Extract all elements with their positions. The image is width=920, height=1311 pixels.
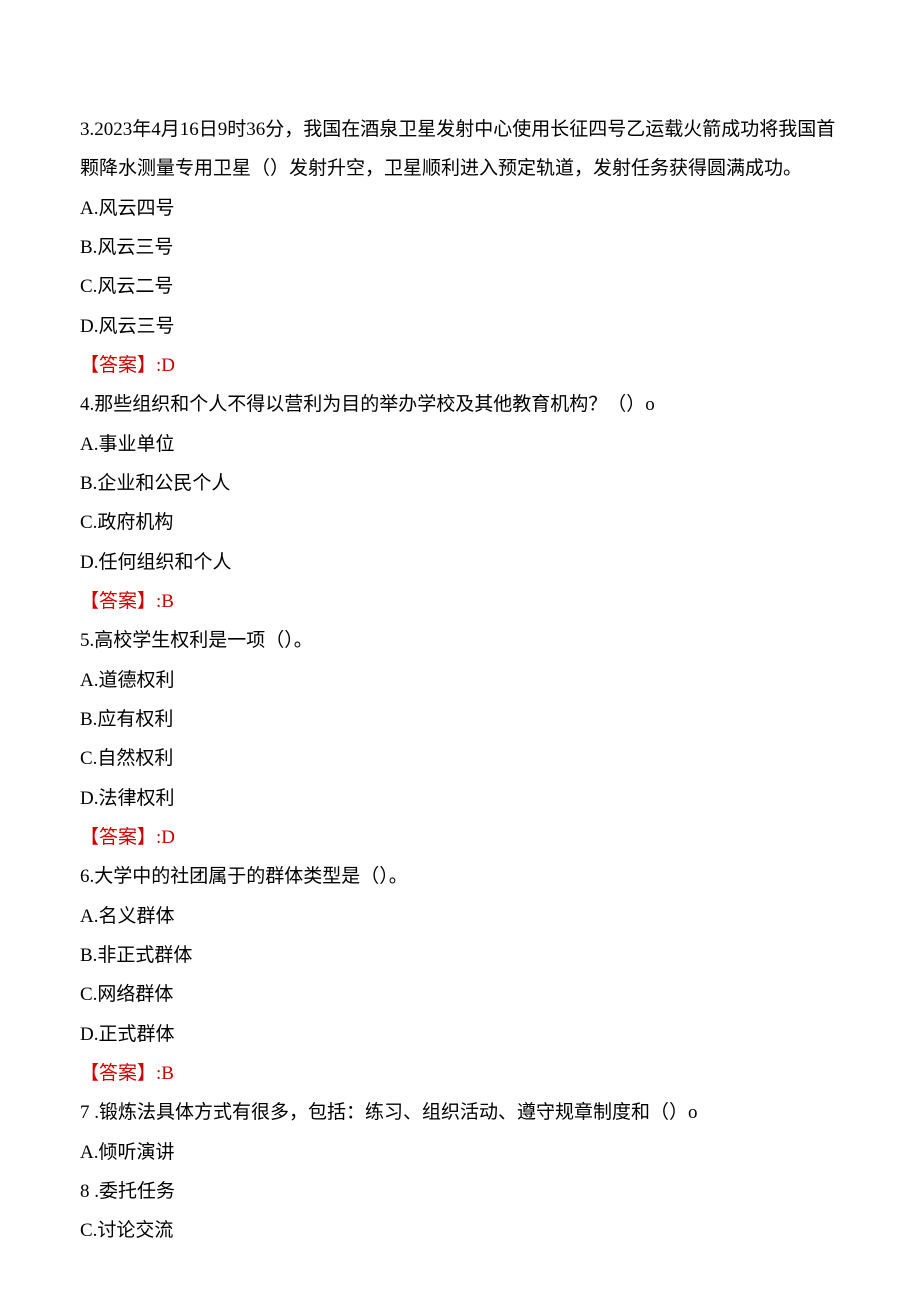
option: D.任何组织和个人 (80, 543, 840, 582)
question-number: 3. (80, 119, 94, 140)
answer-label: 【答案】 (80, 827, 156, 848)
question-text: 那些组织和个人不得以营利为目的举办学校及其他教育机构？（）o (94, 394, 655, 415)
answer-line: 【答案】:D (80, 818, 840, 857)
option: A.道德权利 (80, 661, 840, 700)
document-page: 3.2023年4月16日9时36分，我国在酒泉卫星发射中心使用长征四号乙运载火箭… (0, 0, 920, 1311)
question-text: 锻炼法具体方式有很多，包括：练习、组织活动、遵守规章制度和（）o (99, 1102, 698, 1123)
answer-value: D (161, 355, 175, 376)
question-text: 高校学生权利是一项（）。 (94, 630, 313, 651)
option: A.倾听演讲 (80, 1133, 840, 1172)
question-number: 6. (80, 866, 94, 887)
question-stem: 4.那些组织和个人不得以营利为目的举办学校及其他教育机构？（）o (80, 385, 840, 424)
question-stem: 3.2023年4月16日9时36分，我国在酒泉卫星发射中心使用长征四号乙运载火箭… (80, 110, 840, 189)
option: B.应有权利 (80, 700, 840, 739)
option: B.非正式群体 (80, 936, 840, 975)
answer-line: 【答案】:B (80, 1054, 840, 1093)
answer-value: :D (156, 827, 175, 848)
option: A.风云四号 (80, 189, 840, 228)
answer-value: B (161, 1063, 174, 1084)
answer-value: B (161, 591, 174, 612)
question-text: 2023年4月16日9时36分，我国在酒泉卫星发射中心使用长征四号乙运载火箭成功… (80, 119, 835, 179)
question-stem: 7 .锻炼法具体方式有很多，包括：练习、组织活动、遵守规章制度和（）o (80, 1093, 840, 1132)
option: C.政府机构 (80, 503, 840, 542)
question-text: 大学中的社团属于的群体类型是（）。 (94, 866, 408, 887)
answer-label: 【答案】: (80, 591, 161, 612)
question-stem: 5.高校学生权利是一项（）。 (80, 621, 840, 660)
option: D.法律权利 (80, 779, 840, 818)
option: C.风云二号 (80, 267, 840, 306)
option: C.网络群体 (80, 975, 840, 1014)
question-number: 4. (80, 394, 94, 415)
option: C.讨论交流 (80, 1211, 840, 1250)
option: D.风云三号 (80, 307, 840, 346)
answer-label: 【答案】: (80, 1063, 161, 1084)
option: 8 .委托任务 (80, 1172, 840, 1211)
option: A.事业单位 (80, 425, 840, 464)
question-number: 7 . (80, 1102, 99, 1123)
answer-line: 【答案】:B (80, 582, 840, 621)
option: D.正式群体 (80, 1015, 840, 1054)
option: B.风云三号 (80, 228, 840, 267)
question-number: 5. (80, 630, 94, 651)
answer-label: 【答案】: (80, 355, 161, 376)
option: C.自然权利 (80, 739, 840, 778)
option: A.名义群体 (80, 897, 840, 936)
answer-line: 【答案】:D (80, 346, 840, 385)
option: B.企业和公民个人 (80, 464, 840, 503)
question-stem: 6.大学中的社团属于的群体类型是（）。 (80, 857, 840, 896)
